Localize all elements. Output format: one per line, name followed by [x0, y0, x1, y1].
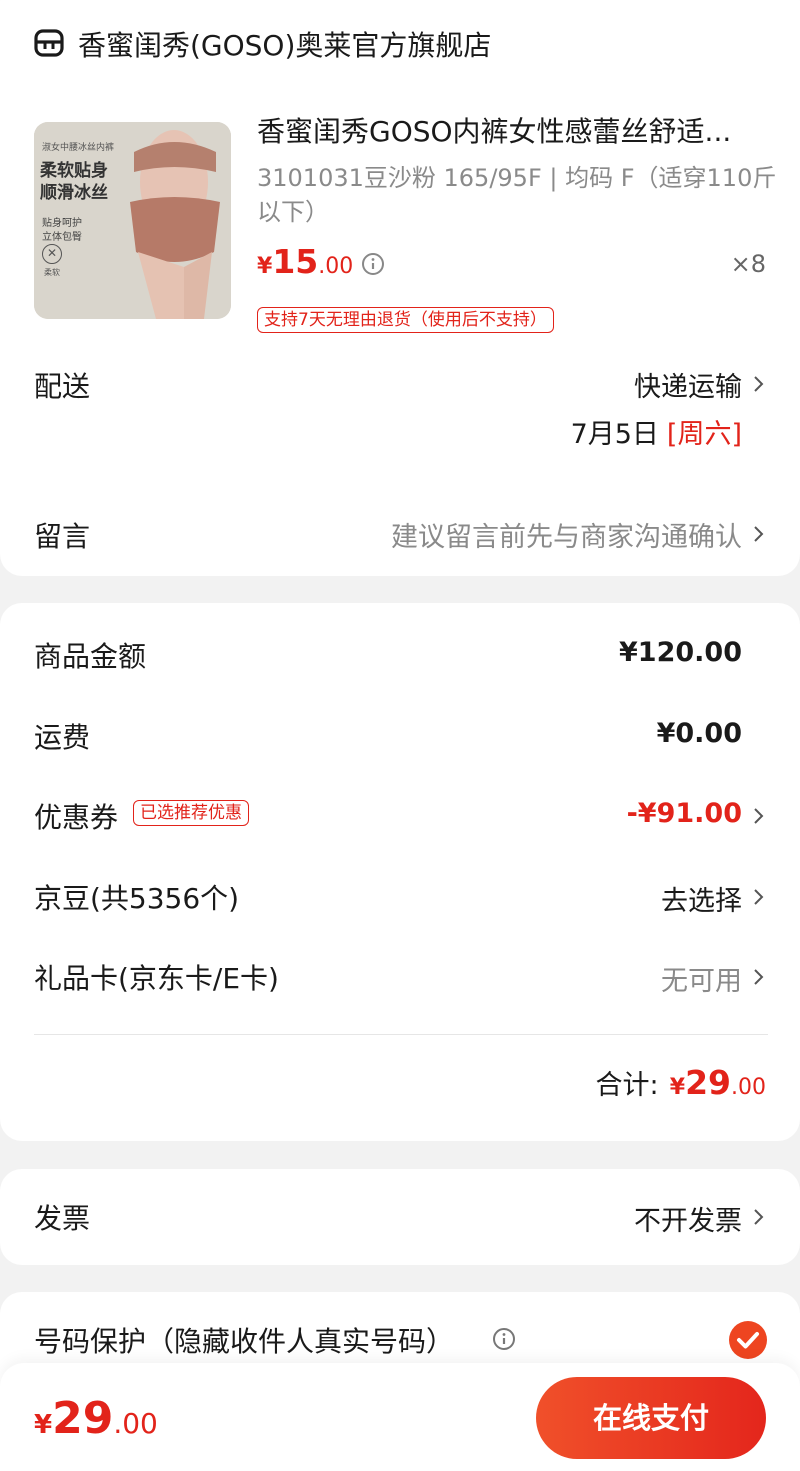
- order-card: 香蜜闺秀(GOSO)奥莱官方旗舰店 淑女中腰冰丝内裤 柔软贴身 顺滑冰丝 贴身呵…: [0, 0, 800, 576]
- product-title[interactable]: 香蜜闺秀GOSO内裤女性感蕾丝舒适...: [257, 110, 757, 150]
- chevron-right-icon: [752, 885, 766, 909]
- total-label: 合计:: [595, 1070, 659, 1101]
- chevron-right-icon: [752, 372, 766, 396]
- coupon-value: -¥91.00: [626, 798, 742, 829]
- coupon-recommended-tag: 已选推荐优惠: [133, 800, 249, 826]
- invoice-value: 不开发票: [634, 1206, 742, 1237]
- coupon-label: 优惠券: [34, 801, 119, 834]
- pay-button[interactable]: 在线支付: [536, 1377, 766, 1459]
- goods-amount-label: 商品金额: [34, 640, 147, 673]
- product-image[interactable]: 淑女中腰冰丝内裤 柔软贴身 顺滑冰丝 贴身呵护 立体包臀 ✕ 柔软: [34, 122, 231, 319]
- return-policy-tag: 支持7天无理由退货（使用后不支持）: [257, 307, 554, 333]
- price-integer: 15: [272, 242, 319, 281]
- message-row[interactable]: 留言 建议留言前先与商家沟通确认: [0, 515, 800, 559]
- delivery-label: 配送: [34, 370, 91, 403]
- bottom-total-symbol: ¥: [34, 1410, 53, 1440]
- chevron-right-icon: [752, 1205, 766, 1229]
- product-price: ¥15.00: [257, 242, 353, 281]
- price-info-icon[interactable]: [361, 252, 385, 280]
- chevron-right-icon: [752, 522, 766, 546]
- jd-beans-value: 去选择: [661, 886, 742, 917]
- thumb-main-text-2: 顺滑冰丝: [40, 183, 108, 203]
- store-header[interactable]: 香蜜闺秀(GOSO)奥莱官方旗舰店: [34, 22, 734, 64]
- shipping-fee-row: 运费 ¥0.00: [0, 716, 800, 756]
- delivery-date-text: 7月5日: [570, 419, 659, 450]
- shipping-fee-value: ¥0.00: [656, 718, 742, 749]
- total-symbol: ¥: [669, 1075, 686, 1100]
- summary-divider: [34, 1034, 768, 1035]
- shipping-fee-label: 运费: [34, 721, 91, 754]
- coupon-row[interactable]: 优惠券 已选推荐优惠 -¥91.00: [0, 796, 800, 836]
- bottom-total: ¥29.00: [34, 1393, 158, 1444]
- gift-card-row[interactable]: 礼品卡(京东卡/E卡) 无可用: [0, 957, 800, 997]
- delivery-date: 7月5日 [周六]: [571, 412, 742, 451]
- product-spec-line-1: 3101031豆沙粉 165/95F | 均码 F（适穿110斤: [257, 164, 777, 192]
- message-placeholder: 建议留言前先与商家沟通确认: [391, 522, 742, 553]
- price-decimal: .00: [318, 254, 354, 279]
- bottom-pay-bar: ¥29.00 在线支付: [0, 1363, 800, 1471]
- product-spec-line-2: 以下）: [257, 198, 329, 226]
- store-name: 香蜜闺秀(GOSO)奥莱官方旗舰店: [78, 29, 492, 62]
- message-label: 留言: [34, 520, 91, 553]
- thumb-top-text: 淑女中腰冰丝内裤: [42, 143, 115, 153]
- chevron-right-icon: [752, 965, 766, 989]
- total-integer: 29: [685, 1063, 731, 1102]
- gift-card-value: 无可用: [661, 966, 742, 997]
- goods-amount-row: 商品金额 ¥120.00: [0, 635, 800, 675]
- invoice-label: 发票: [34, 1202, 91, 1235]
- thumb-sub-text-2: 立体包臀: [42, 232, 82, 243]
- soft-badge-icon: ✕: [42, 244, 62, 264]
- invoice-card[interactable]: 发票 不开发票: [0, 1169, 800, 1265]
- delivery-weekday: [周六]: [666, 419, 742, 450]
- thumb-sub-text-1: 贴身呵护: [42, 218, 82, 229]
- price-summary-card: 商品金额 ¥120.00 运费 ¥0.00 优惠券 已选推荐优惠 -¥91.00…: [0, 603, 800, 1141]
- thumb-badge-text: 柔软: [44, 268, 60, 277]
- summary-total: 合计: ¥29.00: [596, 1063, 766, 1102]
- delivery-row[interactable]: 配送 快递运输 7月5日 [周六]: [0, 360, 800, 450]
- store-icon: [34, 29, 64, 61]
- jd-beans-label: 京豆(共5356个): [34, 882, 240, 915]
- jd-beans-row[interactable]: 京豆(共5356个) 去选择: [0, 877, 800, 917]
- goods-amount-value: ¥120.00: [619, 637, 742, 668]
- total-amount: ¥29.00: [670, 1063, 766, 1102]
- bottom-total-decimal: .00: [113, 1407, 158, 1440]
- product-quantity: ×8: [730, 250, 766, 278]
- total-decimal: .00: [731, 1075, 766, 1100]
- price-symbol: ¥: [257, 254, 273, 279]
- pay-button-label: 在线支付: [592, 1401, 709, 1435]
- number-protection-label: 号码保护（隐藏收件人真实号码）: [34, 1325, 455, 1358]
- delivery-method: 快递运输: [634, 372, 742, 403]
- info-icon[interactable]: [492, 1327, 516, 1355]
- gift-card-label: 礼品卡(京东卡/E卡): [34, 962, 279, 995]
- chevron-right-icon: [752, 804, 766, 828]
- bottom-total-integer: 29: [52, 1393, 114, 1444]
- number-protection-checkbox[interactable]: [728, 1320, 768, 1364]
